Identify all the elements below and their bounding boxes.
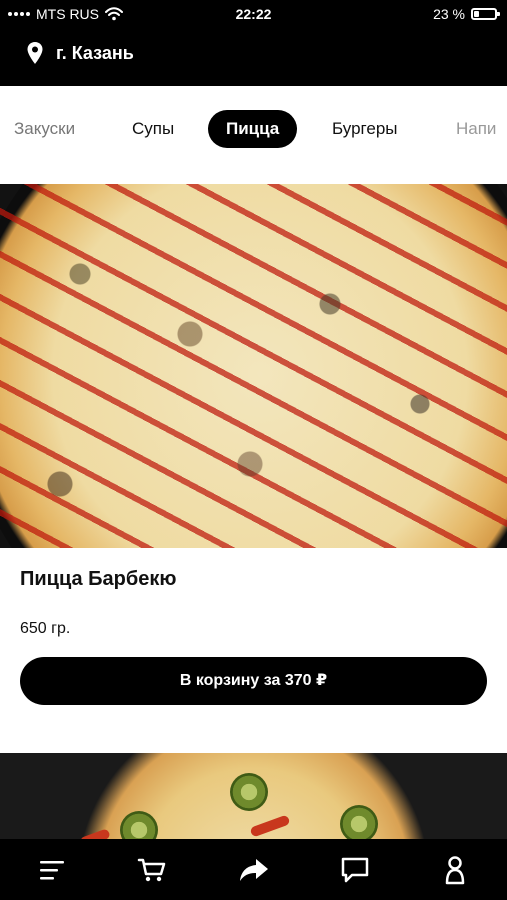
pepper-topping (249, 814, 291, 838)
tab-supy[interactable]: Супы (114, 110, 192, 148)
city-label: г. Казань (56, 42, 134, 63)
location-selector[interactable]: г. Казань (26, 40, 134, 66)
next-product-image[interactable] (0, 753, 507, 839)
status-right: 23 % (433, 6, 500, 22)
pepper-topping (79, 828, 111, 839)
pickle-topping (120, 811, 158, 839)
battery-percent: 23 % (433, 6, 465, 22)
cart-icon[interactable] (135, 853, 169, 887)
pickle-topping (340, 805, 378, 839)
product-weight: 650 гр. (20, 620, 71, 637)
battery-icon (471, 8, 500, 20)
status-time: 22:22 (235, 6, 272, 22)
share-icon[interactable] (237, 853, 271, 887)
location-pin-icon (27, 42, 43, 64)
status-bar: MTS RUS 22:22 23 % (0, 0, 507, 28)
menu-icon[interactable] (35, 853, 69, 887)
product-title: Пицца Барбекю (20, 568, 177, 590)
profile-icon[interactable] (438, 853, 472, 887)
pickle-topping (230, 773, 268, 811)
category-tabs: Закуски Супы Пицца Бургеры Напи (0, 86, 507, 184)
product-image[interactable] (0, 184, 507, 548)
tab-napitki[interactable]: Напи (438, 110, 507, 148)
tab-zakuski[interactable]: Закуски (0, 110, 93, 148)
tab-burgery[interactable]: Бургеры (314, 110, 416, 148)
chat-icon[interactable] (338, 853, 372, 887)
top-bar: MTS RUS 22:22 23 % г. Казань (0, 0, 507, 86)
add-to-cart-button[interactable]: В корзину за 370 ₽ (20, 657, 487, 705)
tab-pizza[interactable]: Пицца (208, 110, 298, 148)
bottom-navigation (0, 839, 507, 900)
pizza-toppings (0, 184, 507, 548)
